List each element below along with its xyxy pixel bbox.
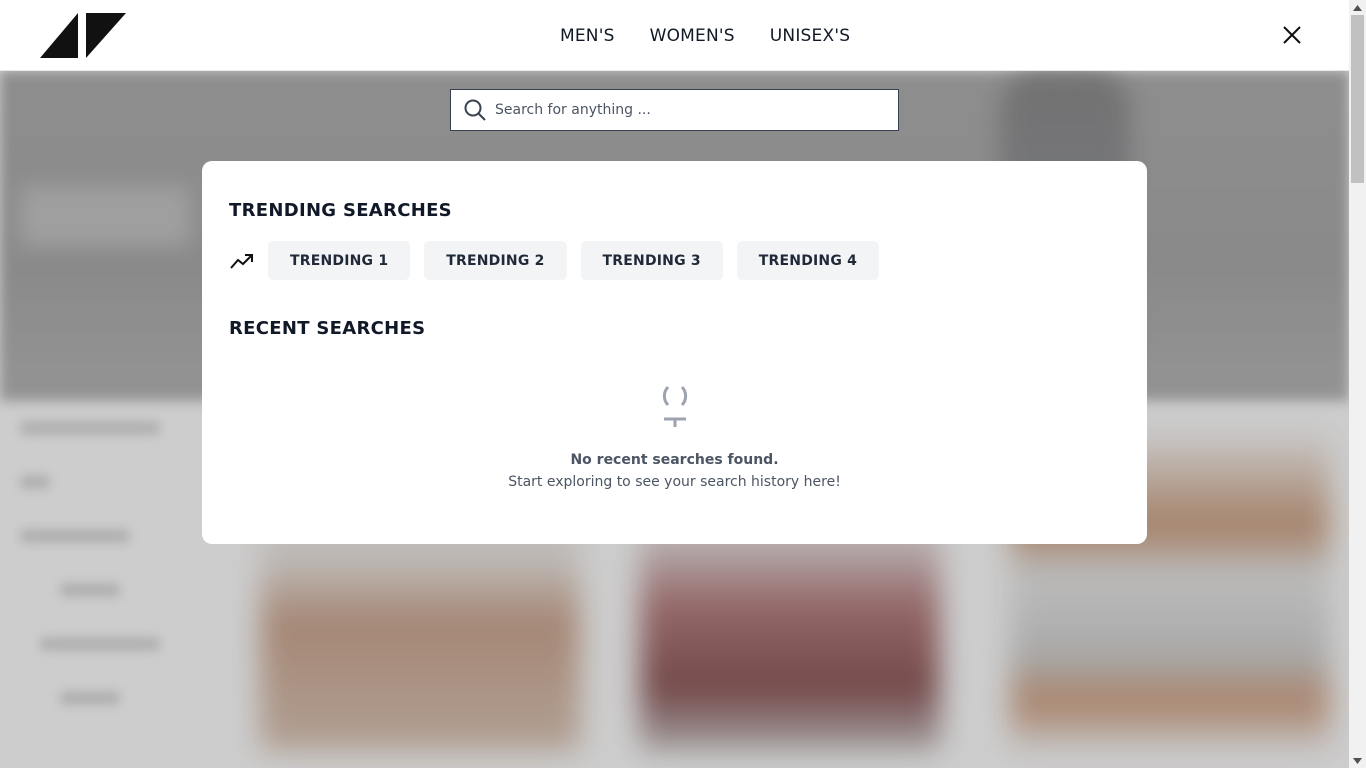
nav-womens[interactable]: WOMEN'S (650, 26, 735, 46)
empty-state-subtitle: Start exploring to see your search histo… (508, 474, 841, 490)
search-icon (464, 99, 486, 121)
close-icon[interactable] (1281, 24, 1303, 46)
trending-chip[interactable]: TRENDING 1 (268, 241, 411, 280)
scroll-up-arrow-icon[interactable] (1349, 0, 1366, 15)
nav-unisex[interactable]: UNISEX'S (770, 26, 850, 46)
main-nav: MEN'S WOMEN'S UNISEX'S (560, 0, 885, 71)
trending-chip[interactable]: TRENDING 2 (424, 241, 567, 280)
empty-state-title: No recent searches found. (570, 452, 779, 468)
page-scrollbar[interactable] (1349, 0, 1366, 768)
scroll-down-arrow-icon[interactable] (1349, 753, 1366, 768)
trending-chip[interactable]: TRENDING 3 (580, 241, 723, 280)
scrollbar-thumb[interactable] (1351, 15, 1364, 183)
site-header: MEN'S WOMEN'S UNISEX'S (0, 0, 1349, 71)
trending-list: TRENDING 1 TRENDING 2 TRENDING 3 TRENDIN… (229, 241, 893, 280)
trending-chip[interactable]: TRENDING 4 (736, 241, 880, 280)
search-panel: TRENDING SEARCHES TRENDING 1 TRENDING 2 … (202, 161, 1147, 544)
recent-empty-state: No recent searches found. Start explorin… (202, 383, 1147, 490)
brand-logo[interactable] (40, 13, 126, 58)
search-bar (450, 89, 899, 131)
trending-up-icon (230, 253, 253, 269)
recent-title: RECENT SEARCHES (229, 318, 426, 339)
search-input[interactable] (495, 90, 898, 130)
trending-title: TRENDING SEARCHES (229, 200, 452, 221)
empty-state-icon (662, 385, 687, 427)
nav-mens[interactable]: MEN'S (560, 26, 615, 46)
